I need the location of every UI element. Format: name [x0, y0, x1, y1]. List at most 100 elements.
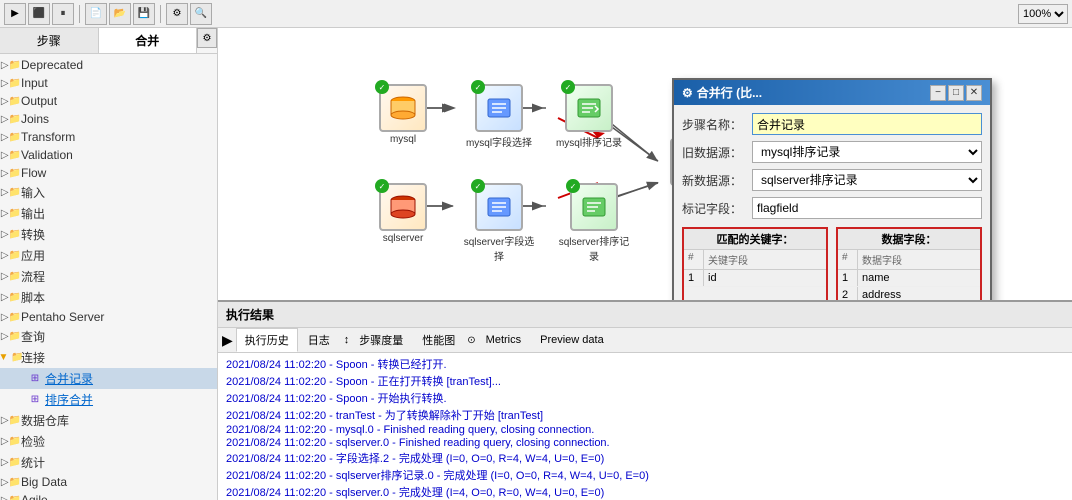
tab-metrics[interactable]: Metrics: [477, 330, 530, 350]
sidebar-item-merge_records[interactable]: ⊞合并记录: [0, 368, 217, 389]
tab-performance[interactable]: 性能图: [413, 328, 464, 352]
modal-minimize-btn[interactable]: −: [930, 85, 946, 101]
node-mysql[interactable]: ✓ mysql: [368, 84, 438, 145]
modal-step-name-input[interactable]: [752, 113, 982, 135]
modal-row-old-source: 旧数据源： mysql排序记录: [682, 141, 982, 163]
folder-icon: ▷ 📁: [4, 475, 18, 489]
node-sqlserver-sort[interactable]: ✓ sqlserver排序记录: [544, 183, 644, 263]
sidebar-tab-steps[interactable]: 步骤: [0, 28, 99, 53]
sidebar-item-input[interactable]: ▷ 📁Input: [0, 74, 217, 92]
sidebar-item-label-deprecated: Deprecated: [21, 58, 83, 72]
toolbar-btn-pause[interactable]: ⏸: [52, 3, 74, 25]
sidebar-item-label-script: 脚本: [21, 289, 45, 306]
sidebar-item-joins[interactable]: ▷ 📁Joins: [0, 110, 217, 128]
sidebar-item-flow[interactable]: ▷ 📁Flow: [0, 164, 217, 182]
tab-step-metrics[interactable]: 步骤度量: [350, 328, 412, 352]
modal-flag-field-input[interactable]: [752, 197, 982, 219]
sidebar-tab-icon[interactable]: ⚙: [197, 28, 217, 48]
modal-new-source-select[interactable]: sqlserver排序记录: [752, 169, 982, 191]
node-check-mysql: ✓: [375, 80, 389, 94]
sidebar-item-label-flow: Flow: [21, 166, 46, 180]
modal-data-table: 数据字段： # 数据字段 1 name 2: [836, 227, 982, 300]
sidebar-item-check[interactable]: ▷ 📁检验: [0, 431, 217, 452]
sidebar-item-data_warehouse[interactable]: ▷ 📁数据仓库: [0, 410, 217, 431]
sidebar-item-transform[interactable]: ▷ 📁Transform: [0, 128, 217, 146]
bottom-panel: 执行结果 ▶ 执行历史 日志 ↕ 步骤度量 性能图 ⊙ Metrics Prev…: [218, 300, 1072, 500]
log-area: 2021/08/24 11:02:20 - Spoon - 转换已经打开.202…: [218, 353, 1072, 500]
sidebar-item-stats[interactable]: ▷ 📁统计: [0, 452, 217, 473]
folder-icon: ▷ 📁: [4, 76, 18, 90]
modal-data-cell-num-1: 1: [838, 270, 858, 286]
sidebar-item-label-validation: Validation: [21, 148, 73, 162]
node-sqlserver-select[interactable]: ✓ sqlserver字段选择: [454, 183, 544, 263]
modal-titlebar[interactable]: ⚙ 合并行 (比... − □ ✕: [674, 80, 990, 105]
sidebar-item-agile[interactable]: ▷ 📁Agile: [0, 491, 217, 500]
modal-data-table-header: 数据字段：: [838, 229, 980, 250]
sidebar-item-label-transform: Transform: [21, 130, 75, 144]
modal-body: 步骤名称： 旧数据源： mysql排序记录 新数据源：: [674, 105, 990, 300]
modal-old-source-label: 旧数据源：: [682, 144, 752, 161]
modal-data-cell-field-1: name: [858, 270, 980, 286]
modal-data-row-2: 2 address: [838, 287, 980, 300]
toolbar-btn-play[interactable]: ▶: [4, 3, 26, 25]
node-check-sqlserver-sort: ✓: [566, 179, 580, 193]
sidebar-item-query[interactable]: ▷ 📁查询: [0, 326, 217, 347]
sidebar-item-deprecated[interactable]: ▷ 📁Deprecated: [0, 56, 217, 74]
node-mysql-select[interactable]: ✓ mysql字段选择: [454, 84, 544, 149]
node-mysql-sort[interactable]: ✓ mysql排序记录: [544, 84, 634, 149]
modal-row-flag-field: 标记字段：: [682, 197, 982, 219]
folder-icon: ▷ 📁: [4, 456, 18, 470]
sidebar-item-output_cn[interactable]: ▷ 📁输出: [0, 203, 217, 224]
canvas[interactable]: ✓ mysql ✓: [218, 28, 1072, 300]
modal-maximize-btn[interactable]: □: [948, 85, 964, 101]
sidebar-item-connect[interactable]: ▼ 📁连接: [0, 347, 217, 368]
modal-key-col-num: #: [684, 250, 704, 269]
sidebar-item-label-input_cn: 输入: [21, 184, 45, 201]
modal-close-btn[interactable]: ✕: [966, 85, 982, 101]
node-sqlserver[interactable]: ✓ sqlserver: [368, 183, 438, 244]
sidebar-item-label-transform_cn: 转换: [21, 226, 45, 243]
modal-old-source-select[interactable]: mysql排序记录: [752, 141, 982, 163]
sidebar-item-app[interactable]: ▷ 📁应用: [0, 245, 217, 266]
folder-icon: ▷ 📁: [4, 310, 18, 324]
zoom-select[interactable]: 100%: [1018, 4, 1068, 24]
folder-icon: ▷ 📁: [4, 493, 18, 500]
node-mysql-select-label: mysql字段选择: [466, 134, 532, 149]
tab-log[interactable]: 日志: [299, 328, 339, 352]
log-line: 2021/08/24 11:02:20 - mysql.0 - Finished…: [226, 423, 1064, 436]
sidebar-item-output[interactable]: ▷ 📁Output: [0, 92, 217, 110]
toolbar-btn-stop[interactable]: ⬛: [28, 3, 50, 25]
sidebar-item-bigdata[interactable]: ▷ 📁Big Data: [0, 473, 217, 491]
tab-preview[interactable]: Preview data: [531, 330, 613, 350]
sidebar-item-input_cn[interactable]: ▷ 📁输入: [0, 182, 217, 203]
node-sqlserver-select-label: sqlserver字段选择: [459, 233, 539, 263]
sidebar-item-script[interactable]: ▷ 📁脚本: [0, 287, 217, 308]
node-mysql-label: mysql: [390, 134, 416, 145]
folder-icon: ▷ 📁: [4, 166, 18, 180]
log-line: 2021/08/24 11:02:20 - sqlserver排序记录.0 - …: [226, 466, 1064, 483]
folder-icon: ▷ 📁: [4, 207, 18, 221]
sidebar-item-label-flow_cn: 流程: [21, 268, 45, 285]
top-toolbar: ▶ ⬛ ⏸ 📄 📂 💾 ⚙ 🔍 100%: [0, 0, 1072, 28]
toolbar-btn-settings[interactable]: ⚙: [166, 3, 188, 25]
toolbar-btn-save[interactable]: 💾: [133, 3, 155, 25]
sidebar-item-flow_cn[interactable]: ▷ 📁流程: [0, 266, 217, 287]
modal-data-col-num: #: [838, 250, 858, 269]
modal-key-cell-num-1: 1: [684, 270, 704, 286]
folder-icon: ▷ 📁: [4, 414, 18, 428]
sidebar-item-pentaho[interactable]: ▷ 📁Pentaho Server: [0, 308, 217, 326]
sidebar-item-label-output: Output: [21, 94, 57, 108]
modal-merge: ⚙ 合并行 (比... − □ ✕ 步骤名称：: [672, 78, 992, 300]
toolbar-btn-search[interactable]: 🔍: [190, 3, 212, 25]
node-check-mysql-select: ✓: [471, 80, 485, 94]
modal-tables: 匹配的关键字： # 关键字段 1 id: [682, 227, 982, 300]
folder-icon: ▷ 📁: [4, 270, 18, 284]
node-sqlserver-label: sqlserver: [383, 233, 424, 244]
sidebar-item-validation[interactable]: ▷ 📁Validation: [0, 146, 217, 164]
sidebar-item-sort_merge[interactable]: ⊞排序合并: [0, 389, 217, 410]
toolbar-btn-new[interactable]: 📄: [85, 3, 107, 25]
sidebar-item-transform_cn[interactable]: ▷ 📁转换: [0, 224, 217, 245]
tab-history[interactable]: 执行历史: [236, 328, 298, 352]
sidebar-tab-merge[interactable]: 合并: [99, 28, 198, 53]
toolbar-btn-open[interactable]: 📂: [109, 3, 131, 25]
